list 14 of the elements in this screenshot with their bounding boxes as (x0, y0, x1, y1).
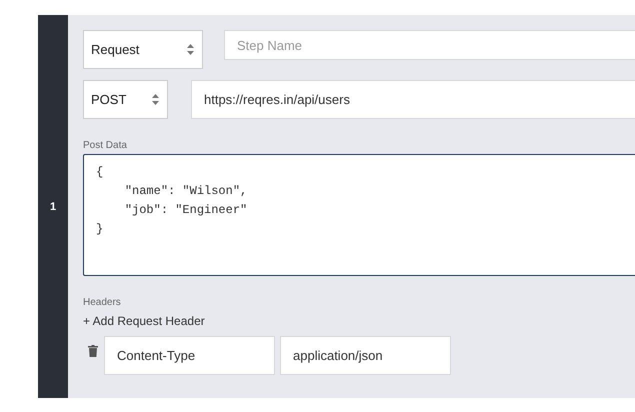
header-name-field[interactable]: Content-Type (104, 336, 275, 375)
step-name-field[interactable]: Step Name (224, 30, 635, 60)
add-header-link[interactable]: + Add Request Header (83, 314, 205, 328)
post-data-field[interactable]: { "name": "Wilson", "job": "Engineer" } (83, 154, 635, 276)
sort-arrows-icon (152, 94, 159, 105)
sort-arrows-icon (187, 44, 194, 55)
type-select[interactable]: Request (83, 30, 203, 69)
url-field[interactable]: https://reqres.in/api/users (191, 80, 635, 119)
headers-label: Headers (83, 297, 122, 308)
header-value-field[interactable]: application/json (280, 336, 451, 375)
post-data-label: Post Data (83, 140, 128, 151)
method-select[interactable]: POST (83, 80, 168, 119)
step-number: 1 (50, 200, 56, 212)
trash-icon[interactable] (88, 345, 98, 357)
